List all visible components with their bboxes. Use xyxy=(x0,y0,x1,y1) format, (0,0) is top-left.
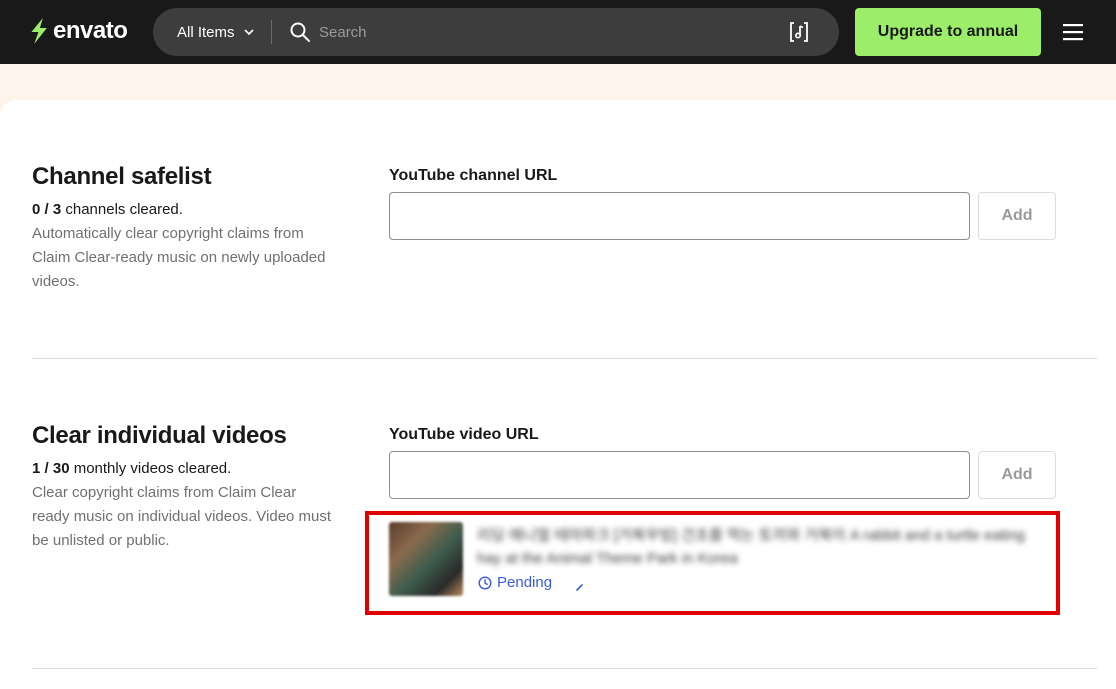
add-channel-button[interactable]: Add xyxy=(978,192,1056,240)
channel-count-suffix: channels cleared. xyxy=(61,201,183,218)
video-status-badge: Pending xyxy=(478,574,552,591)
video-count: 1 / 30 monthly videos cleared. xyxy=(32,460,231,477)
add-video-button[interactable]: Add xyxy=(978,451,1056,499)
search-icon xyxy=(290,22,310,42)
search-bar: All Items xyxy=(153,8,839,56)
edit-mark-icon xyxy=(576,584,583,591)
youtube-channel-url-label: YouTube channel URL xyxy=(389,167,558,184)
music-search-icon[interactable] xyxy=(787,20,811,44)
clear-individual-videos-title: Clear individual videos xyxy=(32,422,287,449)
individual-videos-description: Clear copyright claims from Claim Clear … xyxy=(32,484,332,549)
channel-safelist-description: Automatically clear copyright claims fro… xyxy=(32,225,326,290)
youtube-video-url-label: YouTube video URL xyxy=(389,426,539,443)
channel-safelist-title: Channel safelist xyxy=(32,163,212,190)
section-divider-bottom xyxy=(32,668,1097,669)
video-thumbnail xyxy=(389,522,463,596)
video-count-separator: / xyxy=(40,460,53,477)
video-count-total: 30 xyxy=(52,460,70,477)
video-count-suffix: monthly videos cleared. xyxy=(69,460,232,477)
video-status-text: Pending xyxy=(497,574,553,591)
search-divider xyxy=(271,20,272,44)
envato-leaf-icon xyxy=(31,18,47,44)
envato-logo[interactable]: envato xyxy=(30,17,128,45)
youtube-video-url-input[interactable] xyxy=(389,451,970,499)
filter-label: All Items xyxy=(177,23,235,41)
channel-count: 0 / 3 channels cleared. xyxy=(32,201,183,218)
menu-icon[interactable] xyxy=(1063,23,1083,41)
video-title: 리딩 애니멀 테마파크 [거북무빙] 건초를 먹는 토끼와 거북이 A rabb… xyxy=(477,527,1025,567)
channel-count-separator: / xyxy=(40,201,53,218)
chevron-down-icon xyxy=(243,29,254,36)
category-filter-dropdown[interactable]: All Items xyxy=(177,8,255,56)
youtube-channel-url-input[interactable] xyxy=(389,192,970,240)
upgrade-to-annual-button[interactable]: Upgrade to annual xyxy=(855,8,1041,56)
logo-text: envato xyxy=(53,17,128,44)
section-divider xyxy=(32,358,1097,359)
search-input[interactable] xyxy=(319,8,759,56)
top-navigation-bar: envato All Items Upgrade to annual xyxy=(0,0,1116,64)
clock-icon xyxy=(478,575,492,590)
channel-count-total: 3 xyxy=(52,201,62,218)
